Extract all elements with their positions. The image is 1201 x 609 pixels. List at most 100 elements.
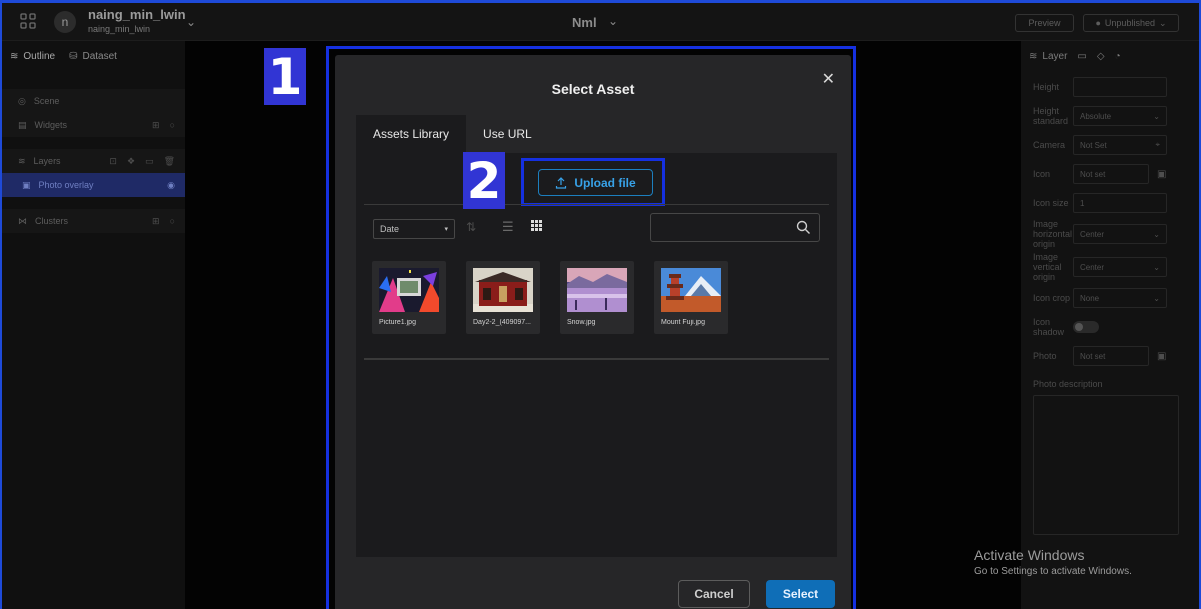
palette-icon[interactable]: ◔	[1115, 51, 1121, 62]
outline-item-layers[interactable]: ≋ Layers ⊡ ❖ ▭ 🗑	[2, 149, 185, 173]
clusters-section: ⋈ Clusters ⊞ ○	[2, 209, 185, 233]
app-frame: n naing_min_lwin naing_min_lwin ⌄ Nml ⌄ …	[0, 0, 1201, 609]
asset-card[interactable]: Picture1.jpg	[372, 261, 446, 334]
status-dot-icon: ●	[1095, 18, 1101, 28]
outline-tree: ◎ Scene ▤ Widgets ⊞ ○	[2, 89, 185, 137]
tab-layer-label: Layer	[1042, 50, 1068, 62]
asset-name: Day2-2_(409097...	[473, 319, 531, 326]
preview-button[interactable]: Preview	[1015, 14, 1074, 32]
outline-item-label: Photo overlay	[38, 180, 94, 190]
field-image-h-origin: Image horizontal origin Center ⌄	[1021, 219, 1199, 249]
chevron-down-icon: ⌄	[1153, 111, 1160, 121]
height-input[interactable]	[1073, 77, 1167, 97]
eye-icon[interactable]: ◉	[167, 180, 175, 191]
project-title[interactable]: Nml	[572, 15, 597, 30]
asset-thumbnail	[379, 268, 439, 312]
add-icon[interactable]: ⊞	[152, 216, 160, 227]
sort-value: Date	[380, 224, 400, 234]
left-panel: ≋ Outline ⛁ Dataset ◎ Scene ▤ Widgets ⊞ ○…	[2, 41, 185, 609]
add-icon[interactable]: ⊞	[152, 120, 160, 131]
sort-select[interactable]: Date ▾	[373, 219, 455, 239]
folder-icon[interactable]: ▭	[145, 156, 154, 167]
right-panel-tabs: ≋ Layer ▭ ◇ ◔	[1021, 41, 1199, 71]
icon-crop-select[interactable]: None ⌄	[1073, 288, 1167, 308]
image-icon: ▣	[22, 179, 31, 190]
icon-input[interactable]: Not set	[1073, 164, 1149, 184]
outline-item-scene[interactable]: ◎ Scene	[2, 89, 185, 113]
avatar[interactable]: n	[54, 11, 76, 33]
grid-view-icon[interactable]	[530, 219, 543, 232]
layers-icon: ≋	[1029, 50, 1038, 62]
asset-name: Snow.jpg	[567, 319, 596, 326]
tab-use-url[interactable]: Use URL	[466, 115, 549, 153]
field-label: Icon	[1033, 169, 1051, 179]
chevron-down-icon: ⌄	[1153, 229, 1160, 239]
photo-description-textarea[interactable]	[1033, 395, 1179, 535]
outline-item-clusters[interactable]: ⋈ Clusters ⊞ ○	[2, 209, 185, 233]
tab-outline[interactable]: ≋ Outline	[10, 51, 55, 62]
asset-card[interactable]: Snow.jpg	[560, 261, 634, 334]
target-icon: ⌖	[1155, 140, 1160, 149]
cancel-button[interactable]: Cancel	[678, 580, 750, 608]
camera-field[interactable]: Not Set ⌖	[1073, 135, 1167, 155]
field-icon-crop: Icon crop None ⌄	[1021, 285, 1199, 311]
image-v-origin-select[interactable]: Center ⌄	[1073, 257, 1167, 277]
tag-icon[interactable]: ◇	[1097, 51, 1105, 62]
chevron-down-icon[interactable]: ⌄	[186, 15, 196, 29]
more-icon[interactable]: ○	[170, 216, 175, 227]
comment-icon[interactable]: ▭	[1077, 51, 1086, 62]
icon-shadow-toggle[interactable]	[1073, 321, 1099, 333]
image-icon[interactable]: ▣	[1157, 351, 1166, 362]
outline-item-label: Scene	[33, 96, 60, 106]
outline-item-label: Layers	[33, 156, 61, 166]
tab-dataset-label: Dataset	[82, 50, 117, 62]
watermark-title: Activate Windows	[974, 547, 1085, 563]
annotation-highlight-upload	[521, 158, 665, 206]
outline-item-widgets[interactable]: ▤ Widgets ⊞ ○	[2, 113, 185, 137]
tab-layer[interactable]: ≋ Layer	[1029, 51, 1067, 62]
annotation-badge-2: 2	[463, 152, 505, 210]
add-layer-icon[interactable]: ⊡	[109, 156, 117, 167]
height-standard-select[interactable]: Absolute ⌄	[1073, 106, 1167, 126]
apps-grid-icon[interactable]	[18, 11, 38, 31]
field-label: Icon shadow	[1033, 317, 1065, 337]
layers-section: ≋ Layers ⊡ ❖ ▭ 🗑 ▣ Photo overlay ◉	[2, 149, 185, 197]
field-label: Camera	[1033, 140, 1066, 150]
close-icon[interactable]: ✕	[822, 69, 835, 89]
asset-name: Picture1.jpg	[379, 319, 416, 326]
image-h-origin-select[interactable]: Center ⌄	[1073, 224, 1167, 244]
field-label: Image horizontal origin	[1033, 219, 1073, 249]
field-height-standard: Height standard Absolute ⌄	[1021, 103, 1199, 129]
photo-input[interactable]: Not set	[1073, 346, 1149, 366]
image-icon[interactable]: ▣	[1157, 169, 1166, 180]
select-button[interactable]: Select	[766, 580, 835, 608]
search-input[interactable]	[650, 213, 820, 242]
publish-status-button[interactable]: ● Unpublished ⌄	[1083, 14, 1179, 32]
field-camera: Camera Not Set ⌖	[1021, 132, 1199, 158]
divider	[364, 204, 829, 205]
search-icon[interactable]	[796, 220, 811, 235]
asset-card[interactable]: Day2-2_(409097...	[466, 261, 540, 334]
stack-icon[interactable]: ❖	[127, 156, 135, 167]
field-icon: Icon Not set ▣	[1021, 161, 1199, 187]
more-icon[interactable]: ○	[170, 120, 175, 131]
trash-icon[interactable]: 🗑	[164, 156, 175, 167]
left-panel-tabs: ≋ Outline ⛁ Dataset	[2, 41, 185, 71]
sort-order-icon[interactable]: ⇅	[466, 220, 476, 234]
widgets-icon: ▤	[18, 119, 27, 130]
list-view-icon[interactable]: ☰	[502, 219, 514, 235]
field-image-v-origin: Image vertical origin Center ⌄	[1021, 252, 1199, 282]
chevron-down-icon[interactable]: ⌄	[608, 14, 618, 28]
tab-assets-library[interactable]: Assets Library	[356, 115, 467, 153]
database-icon: ⛁	[69, 50, 78, 62]
publish-status-label: Unpublished	[1104, 18, 1155, 28]
field-height: Height	[1021, 74, 1199, 100]
asset-card[interactable]: Mount Fuji.jpg	[654, 261, 728, 334]
select-asset-modal: Select Asset ✕ Assets Library Use URL Up…	[335, 55, 851, 609]
outline-item-photo-overlay[interactable]: ▣ Photo overlay ◉	[2, 173, 185, 197]
icon-size-input[interactable]: 1	[1073, 193, 1167, 213]
field-label: Height standard	[1033, 106, 1069, 126]
user-info[interactable]: naing_min_lwin naing_min_lwin	[88, 7, 186, 34]
tab-dataset[interactable]: ⛁ Dataset	[69, 51, 117, 62]
divider	[364, 358, 829, 360]
